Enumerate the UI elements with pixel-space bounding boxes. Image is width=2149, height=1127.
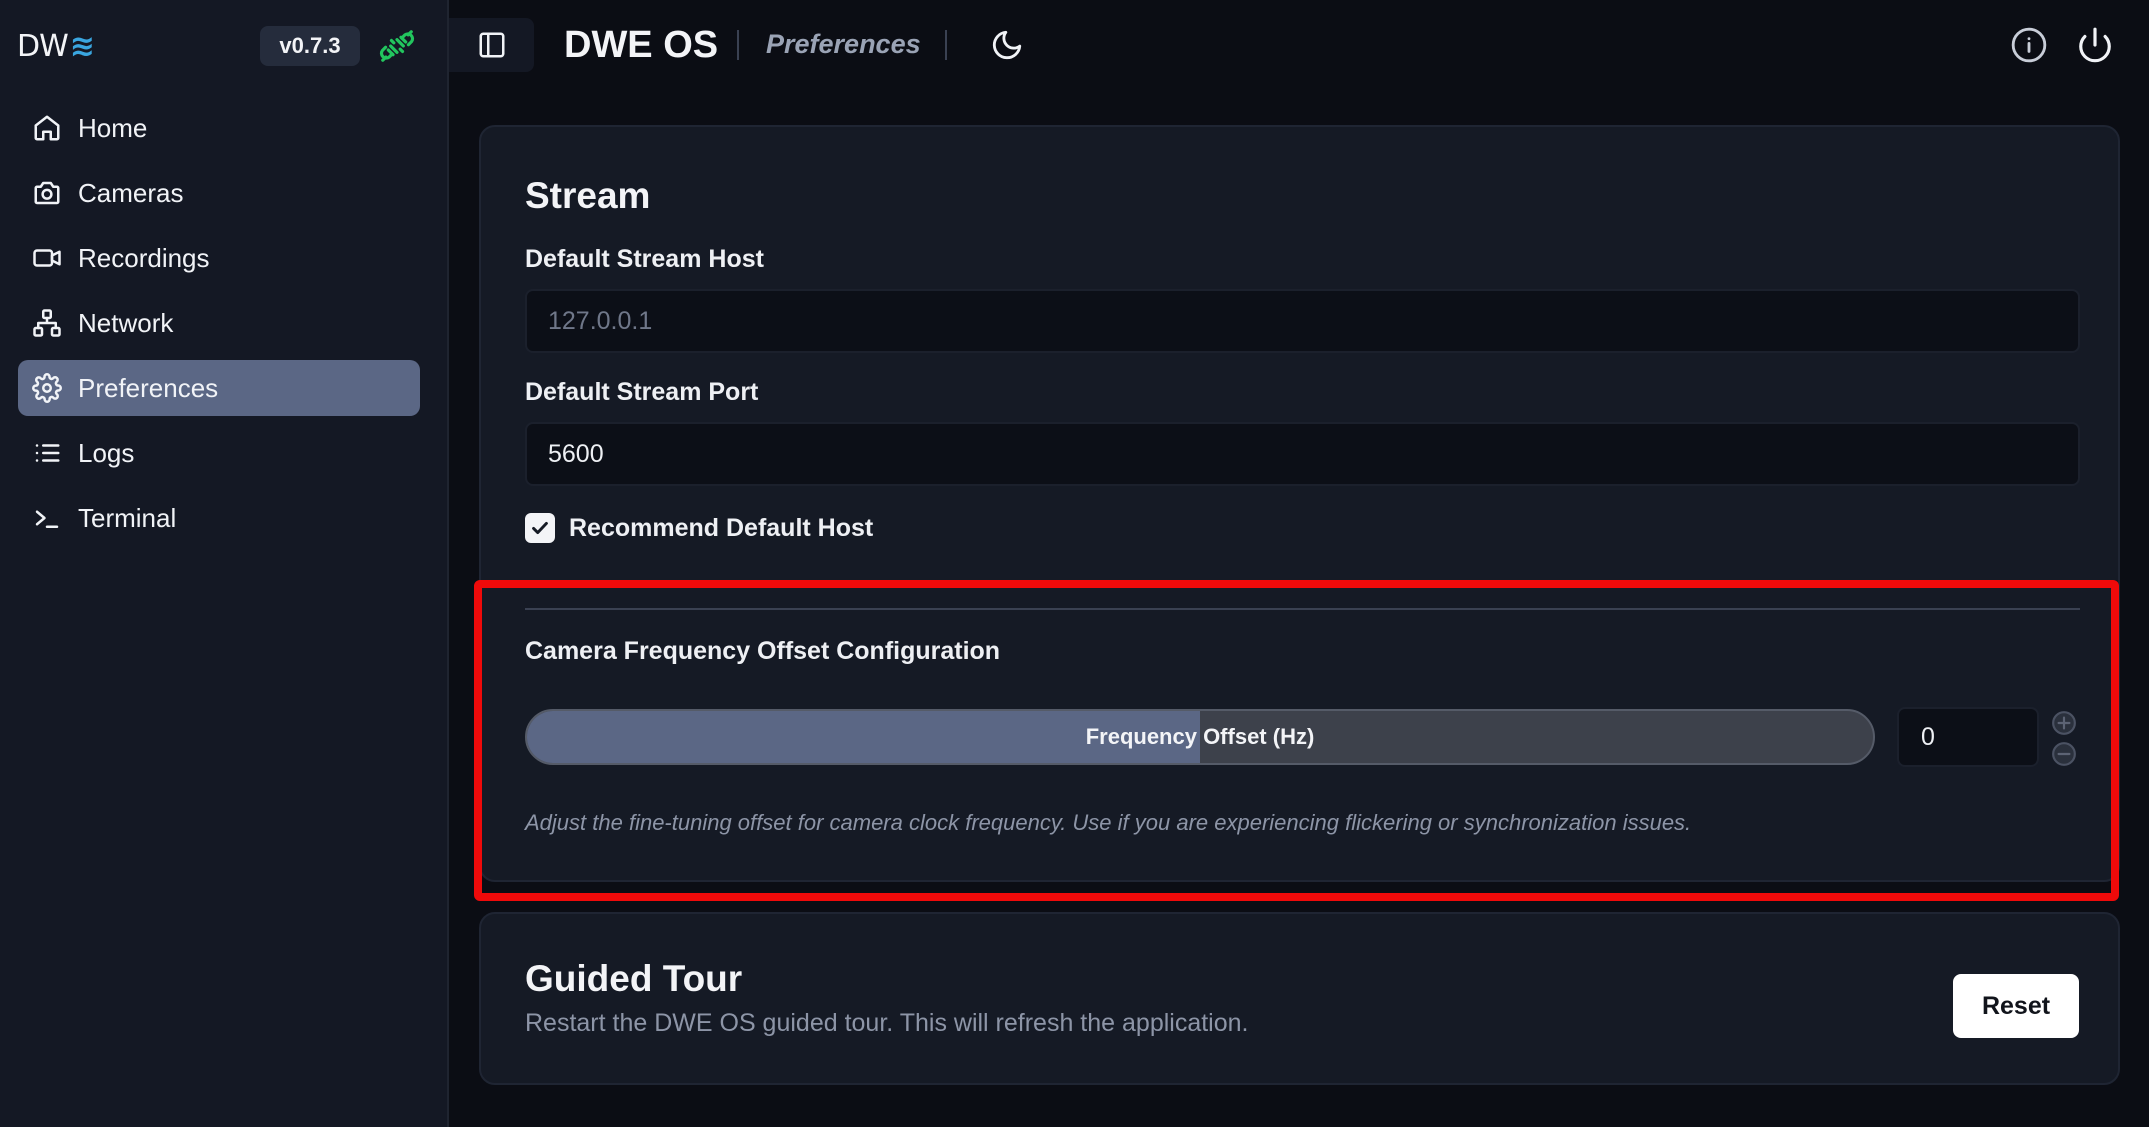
reset-tour-button[interactable]: Reset	[1953, 974, 2079, 1038]
sidebar-item-terminal[interactable]: Terminal	[18, 490, 420, 546]
theme-toggle-moon-icon[interactable]	[990, 28, 1024, 62]
increment-plus-icon[interactable]	[2051, 710, 2077, 736]
info-icon[interactable]	[2010, 26, 2048, 64]
recommend-default-host-row[interactable]: Recommend Default Host	[525, 513, 873, 543]
decrement-minus-icon[interactable]	[2051, 741, 2077, 767]
header-divider	[945, 30, 947, 60]
sidebar-item-home[interactable]: Home	[18, 100, 420, 156]
default-stream-host-input[interactable]: 127.0.0.1	[525, 289, 2080, 353]
camera-icon	[34, 181, 60, 205]
sidebar-item-network[interactable]: Network	[18, 295, 420, 351]
power-icon[interactable]	[2076, 26, 2114, 64]
logo-wave: ≋	[69, 28, 95, 64]
guided-tour-card: Guided Tour Restart the DWE OS guided to…	[479, 912, 2120, 1085]
app-title: DWE OS	[564, 23, 719, 66]
recommend-default-host-checkbox[interactable]	[525, 513, 555, 543]
logo-text: DW	[17, 28, 69, 64]
page-title: Preferences	[766, 28, 921, 59]
terminal-icon	[35, 510, 59, 528]
frequency-offset-heading: Camera Frequency Offset Configuration	[525, 637, 1001, 665]
sidebar-item-preferences[interactable]: Preferences	[18, 360, 420, 416]
sidebar: DW ≋ v0.7.3 Home Cameras Recordings Netwo…	[0, 0, 449, 1127]
default-stream-port-input[interactable]: 5600	[525, 422, 2080, 486]
sidebar-item-label: Preferences	[78, 372, 219, 403]
sidebar-item-label: Logs	[78, 437, 135, 468]
header-divider	[737, 30, 739, 60]
sidebar-item-logs[interactable]: Logs	[18, 425, 420, 481]
default-stream-port-label: Default Stream Port	[525, 378, 759, 406]
default-stream-host-label: Default Stream Host	[525, 245, 764, 273]
panel-left-icon	[479, 32, 504, 58]
guided-tour-heading: Guided Tour	[525, 958, 743, 999]
check-icon	[532, 521, 548, 535]
recommend-default-host-label: Recommend Default Host	[569, 513, 874, 542]
sidebar-item-label: Home	[78, 112, 148, 143]
sidebar-item-label: Cameras	[78, 177, 184, 208]
frequency-offset-input[interactable]: 0	[1897, 707, 2039, 767]
sidebar-item-label: Recordings	[78, 242, 210, 273]
video-icon	[33, 249, 61, 267]
section-divider	[525, 608, 2080, 610]
link-connected-icon[interactable]	[378, 27, 416, 65]
home-icon	[34, 115, 60, 141]
version-badge: v0.7.3	[260, 26, 360, 66]
list-icon	[35, 444, 60, 462]
network-icon	[33, 309, 61, 337]
slider-label: Frequency Offset (Hz)	[1085, 724, 1315, 749]
app-logo[interactable]: DW ≋	[17, 28, 95, 64]
sidebar-item-cameras[interactable]: Cameras	[18, 165, 420, 221]
sidebar-item-label: Network	[78, 307, 174, 338]
stream-settings-card: Stream Default Stream Host 127.0.0.1 Def…	[479, 125, 2120, 882]
sidebar-toggle-button[interactable]	[449, 18, 534, 72]
sidebar-nav: Home Cameras Recordings Network Preferen…	[18, 100, 420, 555]
gear-icon	[32, 373, 62, 403]
sidebar-item-recordings[interactable]: Recordings	[18, 230, 420, 286]
sidebar-item-label: Terminal	[78, 502, 177, 533]
frequency-offset-slider[interactable]: Frequency Offset (Hz)	[525, 709, 1875, 765]
guided-tour-description: Restart the DWE OS guided tour. This wil…	[525, 1009, 1249, 1037]
stream-heading: Stream	[525, 175, 651, 216]
frequency-offset-help-text: Adjust the fine-tuning offset for camera…	[525, 810, 1692, 835]
